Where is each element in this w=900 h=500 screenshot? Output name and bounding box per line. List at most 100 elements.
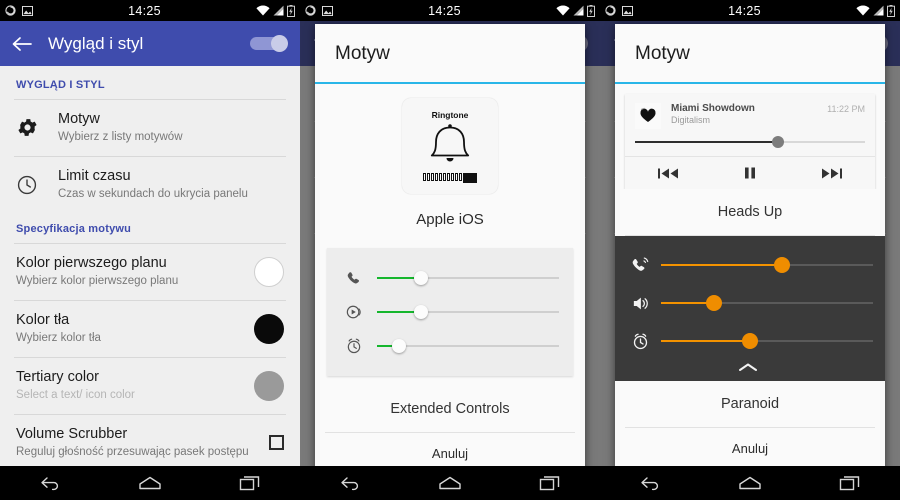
spiral-icon — [5, 5, 16, 16]
slider-fill — [661, 340, 751, 342]
dialog-footer-label[interactable]: Extended Controls — [315, 386, 585, 432]
color-swatch-tertiary[interactable] — [254, 370, 284, 401]
status-bar-left-icons — [5, 5, 33, 16]
row-subtitle: Wybierz kolor pierwszego planu — [16, 275, 179, 288]
status-bar-clock: 14:25 — [128, 3, 161, 18]
slider-fill — [635, 141, 778, 143]
settings-row-text: Kolor tła Wybierz kolor tła — [16, 311, 246, 346]
slider-thumb[interactable] — [773, 257, 790, 273]
status-bar: 14:25 — [0, 0, 300, 21]
settings-row-timeout[interactable]: Limit czasu Czas w sekundach do ukrycia … — [0, 157, 300, 213]
home-icon[interactable] — [733, 471, 767, 495]
checkbox-volume-scrubber[interactable] — [269, 435, 284, 451]
row-title: Kolor tła — [16, 312, 70, 329]
volume-slider-row-media[interactable] — [623, 284, 873, 322]
slider-track[interactable] — [661, 295, 873, 311]
row-title: Volume Scrubber — [16, 426, 128, 443]
media-play-icon — [337, 303, 371, 321]
segment — [435, 172, 438, 181]
settings-row-volume-scrubber[interactable]: Volume Scrubber Reguluj głośność przesuw… — [0, 415, 300, 466]
theme-dialog[interactable]: Motyw Ringtone Apple iOS Extended Contro… — [315, 24, 585, 475]
slider-thumb[interactable] — [742, 333, 759, 349]
row-subtitle: Select a text/ icon color — [16, 389, 135, 402]
media-timestamp: 11:22 PM — [827, 104, 865, 114]
dialog-footer-label[interactable]: Paranoid — [615, 381, 885, 427]
previous-icon[interactable] — [657, 167, 679, 180]
screenshot-image-icon — [22, 5, 33, 16]
media-meta: Miami Showdown Digitalism — [671, 103, 821, 125]
row-subtitle: Wybierz z listy motywów — [58, 131, 183, 144]
slider-thumb[interactable] — [413, 271, 428, 285]
theme-preview-ios: Ringtone Apple iOS — [315, 84, 585, 248]
slider-thumb[interactable] — [706, 295, 722, 311]
segment — [427, 172, 430, 181]
theme-name: Apple iOS — [416, 211, 484, 228]
color-swatch-background[interactable] — [254, 313, 284, 344]
media-notification-card[interactable]: Miami Showdown Digitalism 11:22 PM — [625, 94, 875, 189]
settings-row-text: Motyw Wybierz z listy motywów — [58, 110, 284, 145]
bell-icon — [425, 122, 475, 168]
recents-icon[interactable] — [833, 471, 867, 495]
slider-track[interactable] — [661, 333, 873, 349]
next-icon[interactable] — [821, 167, 843, 180]
battery-icon — [587, 4, 595, 17]
speaker-volume-icon — [623, 294, 657, 313]
wifi-icon — [856, 5, 870, 16]
settings-row-foreground-color[interactable]: Kolor pierwszego planu Wybierz kolor pie… — [0, 244, 300, 300]
settings-list[interactable]: WYGLĄD I STYL Motyw Wybierz z listy moty… — [0, 66, 300, 466]
settings-row-tertiary-color[interactable]: Tertiary color Select a text/ icon color — [0, 358, 300, 414]
ringtone-caption: Ringtone — [431, 109, 469, 120]
dialog-title: Motyw — [335, 43, 390, 64]
back-icon[interactable] — [33, 471, 67, 495]
navigation-bar — [300, 466, 600, 500]
slider-track[interactable] — [661, 257, 873, 273]
slider-track[interactable] — [377, 305, 559, 319]
back-icon[interactable] — [333, 471, 367, 495]
settings-row-text: Kolor pierwszego planu Wybierz kolor pie… — [16, 254, 246, 289]
ring-volume-icon — [623, 256, 657, 275]
slider-track[interactable] — [377, 339, 559, 353]
volume-slider-row-alarm[interactable] — [337, 329, 559, 363]
slider-thumb[interactable] — [391, 339, 406, 353]
media-artist: Digitalism — [671, 115, 711, 125]
settings-row-text: Volume Scrubber Reguluj głośność przesuw… — [16, 425, 257, 460]
settings-row-theme[interactable]: Motyw Wybierz z listy motywów — [0, 100, 300, 156]
back-icon[interactable] — [633, 471, 667, 495]
battery-icon — [287, 4, 295, 17]
slider-thumb[interactable] — [771, 136, 784, 148]
settings-row-background-color[interactable]: Kolor tła Wybierz kolor tła — [0, 301, 300, 357]
volume-slider-row-media[interactable] — [337, 295, 559, 329]
volume-slider-row-ring[interactable] — [337, 261, 559, 295]
heads-up-label[interactable]: Heads Up — [615, 189, 885, 235]
media-progress-slider[interactable] — [635, 136, 865, 148]
chevron-up-icon[interactable] — [623, 360, 873, 377]
slider-track[interactable] — [377, 271, 559, 285]
recents-icon[interactable] — [533, 471, 567, 495]
master-toggle[interactable] — [250, 35, 288, 52]
cancel-button[interactable]: Anuluj — [615, 428, 885, 470]
page-title: Wygląd i styl — [48, 33, 144, 53]
segment — [459, 172, 462, 181]
color-swatch-foreground[interactable] — [254, 256, 284, 287]
media-transport-controls[interactable] — [625, 157, 875, 189]
home-icon[interactable] — [433, 471, 467, 495]
pause-icon[interactable] — [743, 166, 757, 180]
settings-row-text: Tertiary color Select a text/ icon color — [16, 368, 246, 403]
media-notification-header: Miami Showdown Digitalism 11:22 PM — [625, 94, 875, 132]
volume-slider-row-ring[interactable] — [623, 246, 873, 284]
volume-slider-row-alarm[interactable] — [623, 322, 873, 360]
status-bar-right-icons — [256, 4, 295, 17]
volume-slider-panel[interactable] — [327, 248, 573, 376]
navigation-bar — [600, 466, 900, 500]
segment — [451, 172, 454, 181]
segment — [443, 172, 446, 181]
spiral-icon — [305, 5, 316, 16]
home-icon[interactable] — [133, 471, 167, 495]
row-subtitle: Czas w sekundach do ukrycia panelu — [58, 188, 248, 201]
paranoid-volume-panel[interactable] — [615, 236, 885, 381]
screenshot-image-icon — [322, 5, 333, 16]
slider-thumb[interactable] — [413, 305, 428, 319]
theme-dialog[interactable]: Motyw Miami Showdown Digitalism 11:22 PM — [615, 24, 885, 470]
recents-icon[interactable] — [233, 471, 267, 495]
back-arrow-icon[interactable] — [12, 36, 32, 52]
